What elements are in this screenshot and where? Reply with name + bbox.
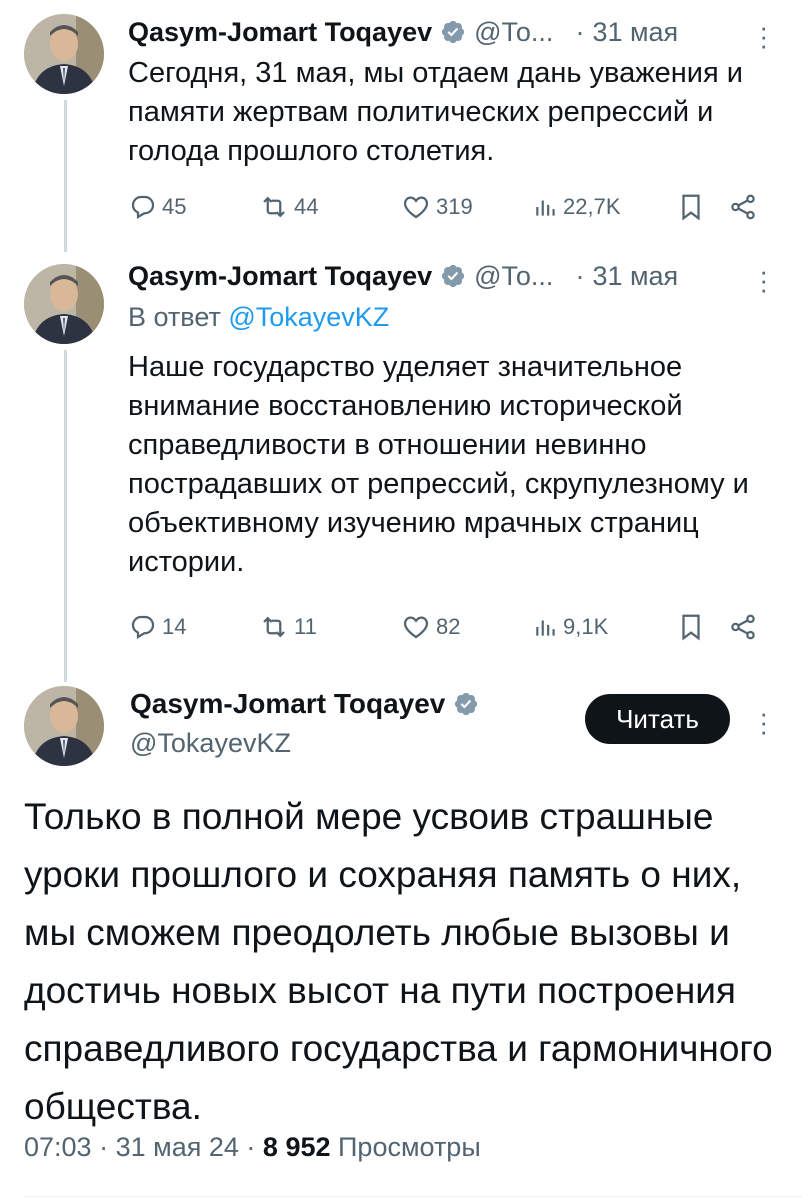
tweet-header: Qasym-Jomart Toqayev @То... · 31 мая xyxy=(128,12,678,52)
views-count: 22,7K xyxy=(563,194,621,219)
heart-icon xyxy=(403,196,429,219)
thread-line xyxy=(64,350,67,682)
verified-badge-icon xyxy=(455,692,478,716)
reply-button[interactable]: 14 xyxy=(128,607,186,647)
views-count: 8 952 xyxy=(262,1132,331,1162)
author-handle[interactable]: @То... xyxy=(474,261,553,292)
reply-icon xyxy=(131,615,155,639)
reply-context: В ответ @TokayevKZ xyxy=(128,302,389,333)
views-count: 9,1K xyxy=(563,614,609,639)
reply-count: 45 xyxy=(162,194,187,219)
thread-line xyxy=(64,100,67,252)
reply-button[interactable]: 45 xyxy=(128,187,186,227)
views-label: Просмотры xyxy=(338,1132,481,1162)
like-button[interactable]: 82 xyxy=(400,607,460,647)
more-options-icon[interactable]: · · · xyxy=(759,258,768,302)
author-handle[interactable]: @TokayevKZ xyxy=(130,728,291,759)
tweet-date[interactable]: 31 мая xyxy=(592,17,678,48)
tweet-text: Только в полной мере усвоив страшные уро… xyxy=(24,796,773,1127)
tweet-date[interactable]: 31 мая 24 xyxy=(116,1132,239,1162)
tweet-text: Сегодня, 31 мая, мы отдаем дань уважения… xyxy=(128,57,743,167)
author-name[interactable]: Qasym-Jomart Toqayev xyxy=(130,688,445,720)
share-icon[interactable] xyxy=(728,192,758,222)
tweet-header: Qasym-Jomart Toqayev @То... · 31 мая xyxy=(128,256,678,296)
like-count: 82 xyxy=(436,614,461,639)
reply-count: 14 xyxy=(162,614,187,639)
separator-dot: · xyxy=(99,1132,109,1162)
like-count: 319 xyxy=(436,194,473,219)
repost-count: 44 xyxy=(294,194,319,219)
more-options-icon[interactable]: · · · xyxy=(759,14,768,58)
reply-icon xyxy=(131,195,155,219)
tweet-meta: 07:03 · 31 мая 24 · 8 952 Просмотры xyxy=(24,1132,481,1163)
bookmark-icon[interactable] xyxy=(676,191,706,223)
more-options-icon[interactable]: · · · xyxy=(759,700,768,744)
views-icon xyxy=(536,620,555,636)
repost-button[interactable]: 44 xyxy=(258,187,318,227)
author-name-row[interactable]: Qasym-Jomart Toqayev xyxy=(130,688,487,720)
author-name[interactable]: Qasym-Jomart Toqayev xyxy=(128,17,432,48)
separator-dot: · xyxy=(575,260,585,291)
author-handle[interactable]: @То... xyxy=(474,17,553,48)
heart-icon xyxy=(403,616,429,639)
verified-badge-icon xyxy=(442,20,465,44)
separator-dot: · xyxy=(575,16,585,47)
tweet-time[interactable]: 07:03 xyxy=(24,1132,92,1162)
verified-badge-icon xyxy=(442,264,465,288)
tweet-text: Наше государство уделяет значительное вн… xyxy=(128,351,749,578)
share-icon[interactable] xyxy=(728,612,758,642)
tweet-date[interactable]: 31 мая xyxy=(592,261,678,292)
repost-icon xyxy=(263,616,285,638)
repost-button[interactable]: 11 xyxy=(258,607,317,647)
author-name[interactable]: Qasym-Jomart Toqayev xyxy=(128,261,432,292)
bookmark-icon[interactable] xyxy=(676,611,706,643)
views-button[interactable]: 22,7K xyxy=(533,187,621,227)
avatar[interactable] xyxy=(24,264,104,344)
views-button[interactable]: 9,1K xyxy=(533,607,608,647)
like-button[interactable]: 319 xyxy=(400,187,473,227)
reply-mention-link[interactable]: @TokayevKZ xyxy=(228,302,389,332)
follow-button[interactable]: Читать xyxy=(585,694,730,744)
action-bar: 45 44 319 22,7K xyxy=(128,187,778,227)
divider xyxy=(24,1196,802,1197)
repost-icon xyxy=(263,196,285,218)
repost-count: 11 xyxy=(294,614,317,639)
action-bar: 14 11 82 9,1K xyxy=(128,607,778,647)
avatar[interactable] xyxy=(24,14,104,94)
avatar[interactable] xyxy=(24,686,104,766)
reply-prefix: В ответ xyxy=(128,302,221,332)
separator-dot: · xyxy=(246,1132,256,1162)
views-icon xyxy=(536,200,555,216)
